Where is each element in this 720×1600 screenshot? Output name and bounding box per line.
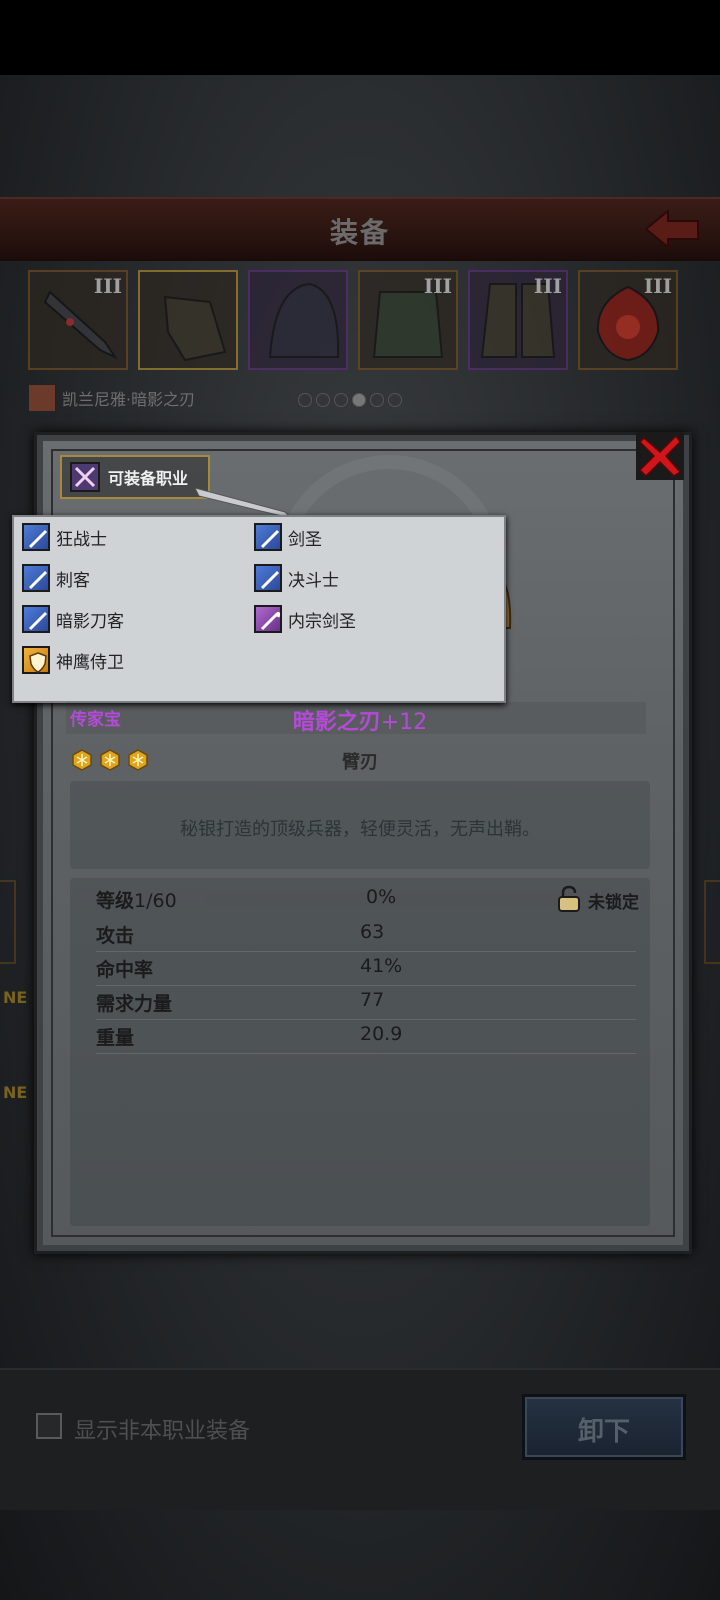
xp-percent: 0% [366,886,397,908]
job-name: 神鹰侍卫 [56,652,124,673]
stat-label: 需求力量 [96,993,173,1015]
level-label: 等级1/60 [96,886,177,913]
job-item: 神鹰侍卫 [22,644,124,676]
item-name-line: 暗影之刃+12 [0,704,720,736]
tier-label: III [93,274,122,298]
header-bar: 装备 [0,197,720,261]
stat-label: 攻击 [96,925,135,947]
status-bar [0,0,720,75]
sword-icon [22,564,50,592]
sword-icon [22,605,50,633]
avatar [28,384,56,412]
page-dot [334,393,348,407]
unequip-label: 卸下 [577,1417,630,1447]
stat-label: 重量 [96,1027,135,1049]
equippable-jobs-button[interactable]: 可装备职业 [60,455,210,499]
page-dot [316,393,330,407]
stat-row: 攻击 63 [96,917,636,952]
job-name: 剑圣 [288,529,322,550]
tier-label: III [533,274,562,298]
item-description: 秘银打造的顶级兵器，轻便灵活，无声出鞘。 [180,819,540,840]
job-item: 决斗士 [254,562,339,594]
stat-row: 重量 20.9 [96,1019,636,1054]
equipment-row: III III III III [28,270,698,372]
stat-value: 20.9 [360,1023,403,1045]
level-row: 等级1/60 0% 未锁定 [96,882,646,916]
page-dot-active [352,393,366,407]
close-icon[interactable] [634,430,686,482]
gauntlet-icon [163,295,227,362]
character-info: 凯兰尼雅·暗影之刃 [28,383,195,413]
tier-label: III [643,274,672,298]
equippable-jobs-popup: 狂战士 剑圣 刺客 决斗士 暗影刀客 内宗剑圣 神鹰侍卫 [12,515,506,703]
job-name: 决斗士 [288,570,339,591]
stat-row: 命中率 41% [96,951,636,986]
staff-icon [254,605,282,633]
lock-status[interactable]: 未锁定 [588,888,639,913]
stat-value: 77 [360,989,385,1011]
crossed-swords-icon [70,462,100,492]
tier-label: III [423,274,452,298]
hood-icon [268,282,340,358]
page-dot [370,393,384,407]
job-item: 剑圣 [254,521,322,553]
unequip-button[interactable]: 卸下 [522,1394,686,1460]
equippable-jobs-label: 可装备职业 [108,469,189,488]
stat-value: 41% [360,955,403,977]
side-slot-right [704,880,720,964]
equip-slot-armor[interactable]: III [358,270,458,370]
equip-slot-gauntlet[interactable] [138,270,238,370]
stat-label: 命中率 [96,959,154,981]
new-badge: NE [3,988,28,1007]
level-value: 1/60 [134,890,177,912]
equip-slot-emblem[interactable]: III [578,270,678,370]
stat-value: 63 [360,921,385,943]
job-name: 狂战士 [56,529,107,550]
page-dot [298,393,312,407]
sword-icon [254,564,282,592]
back-arrow-icon[interactable] [642,207,702,251]
character-name: 凯兰尼雅·暗影之刃 [62,390,196,409]
job-name: 内宗剑圣 [288,611,356,632]
new-badge: NE [3,1083,28,1102]
item-name: 暗影之刃 [292,710,381,735]
show-other-jobs-checkbox[interactable] [36,1413,62,1439]
side-slot-left [0,880,16,964]
unlock-icon[interactable] [556,885,582,913]
page-title: 装备 [329,216,390,249]
show-other-jobs-label[interactable]: 显示非本职业装备 [74,1413,250,1445]
equip-slot-helmet[interactable] [248,270,348,370]
stat-row: 需求力量 77 [96,985,636,1020]
job-item: 刺客 [22,562,90,594]
job-item: 暗影刀客 [22,603,124,635]
level-text: 等级 [96,890,135,912]
job-name: 暗影刀客 [56,611,124,632]
item-enhance-level: +12 [380,710,428,735]
item-type: 臂刃 [342,752,378,773]
shield-icon [22,646,50,674]
job-item: 内宗剑圣 [254,603,356,635]
page-indicator [298,393,402,407]
page-dot [388,393,402,407]
equip-slot-weapon[interactable]: III [28,270,128,370]
sword-icon [22,523,50,551]
sword-icon [254,523,282,551]
equip-slot-boots[interactable]: III [468,270,568,370]
job-name: 刺客 [56,570,90,591]
job-item: 狂战士 [22,521,107,553]
